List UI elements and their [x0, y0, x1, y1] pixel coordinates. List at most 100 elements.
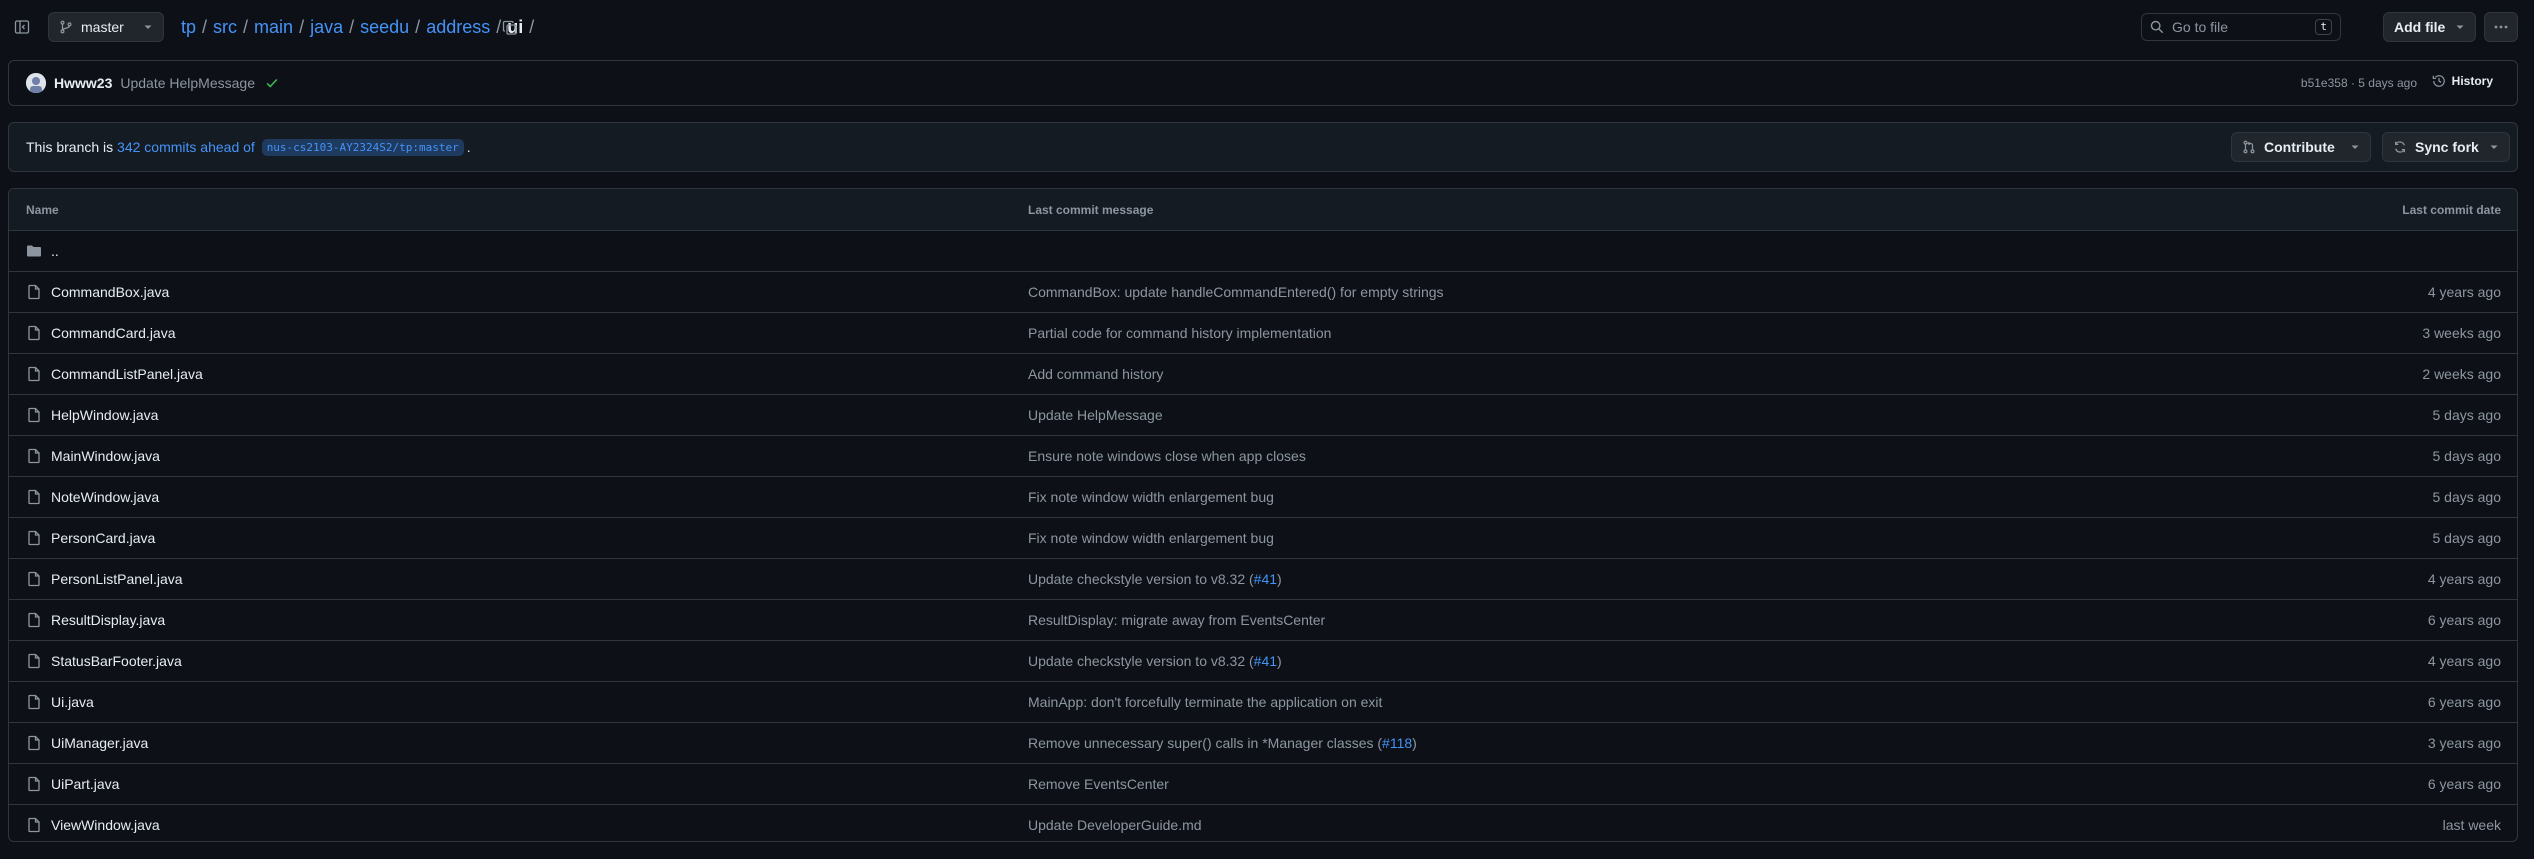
breadcrumb-java[interactable]: java [310, 17, 343, 37]
file-name-link[interactable]: ViewWindow.java [51, 817, 160, 833]
table-row[interactable]: HelpWindow.java Update HelpMessage 5 days … [9, 395, 2517, 436]
last-commit-message[interactable]: Update checkstyle version to v8.32 (#41) [1028, 571, 1282, 587]
file-icon-wrap [26, 653, 42, 669]
last-commit-message[interactable]: Partial code for command history impleme… [1028, 325, 1331, 341]
file-name-link[interactable]: StatusBarFooter.java [51, 653, 182, 669]
git-branch-icon [60, 20, 72, 34]
file-name-link[interactable]: CommandCard.java [51, 325, 176, 341]
breadcrumb-main[interactable]: main [254, 17, 293, 37]
file-table: Name Last commit message Last commit dat… [8, 188, 2518, 842]
copy-path-button[interactable] [499, 17, 521, 39]
file-name-link[interactable]: ResultDisplay.java [51, 612, 165, 628]
breadcrumb-src[interactable]: src [213, 17, 237, 37]
breadcrumb-address[interactable]: address [426, 17, 490, 37]
header-date: Last commit date [2402, 203, 2501, 217]
file-icon [28, 530, 40, 546]
table-row[interactable]: ResultDisplay.java ResultDisplay: migrate… [9, 600, 2517, 641]
table-row[interactable]: CommandListPanel.java Add command history… [9, 354, 2517, 395]
sync-fork-label: Sync fork [2415, 139, 2479, 155]
file-icon [28, 284, 40, 300]
table-row[interactable]: PersonCard.java Fix note window width enl… [9, 518, 2517, 559]
table-row[interactable]: MainWindow.java Ensure note windows close… [9, 436, 2517, 477]
file-name-link[interactable]: NoteWindow.java [51, 489, 159, 505]
file-name-link[interactable]: PersonListPanel.java [51, 571, 183, 587]
add-file-button[interactable]: Add file [2383, 12, 2476, 42]
file-icon [28, 571, 40, 587]
table-row-parent-directory[interactable]: .. [9, 231, 2517, 272]
commit-pr-link[interactable]: #41 [1254, 571, 1277, 587]
breadcrumb-tp[interactable]: tp [181, 17, 196, 37]
history-link[interactable]: History [2432, 74, 2493, 88]
branch-selector[interactable]: master [48, 12, 164, 42]
table-row[interactable]: CommandBox.java CommandBox: update handle… [9, 272, 2517, 313]
commit-message-text: Update DeveloperGuide.md [1028, 817, 1202, 833]
file-name-link[interactable]: UiPart.java [51, 776, 119, 792]
last-commit-date: 6 years ago [2427, 776, 2501, 792]
file-icon [28, 653, 40, 669]
header-message: Last commit message [1028, 203, 1154, 217]
file-name-link[interactable]: CommandListPanel.java [51, 366, 203, 382]
last-commit-message[interactable]: Update DeveloperGuide.md [1028, 817, 1202, 833]
more-options-button[interactable] [2484, 12, 2518, 42]
table-row[interactable]: CommandCard.java Partial code for command… [9, 313, 2517, 354]
last-commit-message[interactable]: Fix note window width enlargement bug [1028, 530, 1274, 546]
chevron-down-icon [2351, 145, 2359, 149]
upstream-ref[interactable]: nus-cs2103-AY2324S2/tp:master [261, 138, 464, 156]
last-commit-message[interactable]: ResultDisplay: migrate away from EventsC… [1028, 612, 1325, 628]
file-icon-wrap [26, 571, 42, 587]
file-name-link[interactable]: CommandBox.java [51, 284, 169, 300]
file-icon-wrap [26, 366, 42, 382]
git-pull-request-icon [2243, 140, 2255, 154]
last-commit-message[interactable]: Fix note window width enlargement bug [1028, 489, 1274, 505]
sidebar-toggle-button[interactable] [12, 17, 32, 37]
commit-author[interactable]: Hwww23 [54, 75, 112, 91]
table-row[interactable]: PersonListPanel.java Update checkstyle ve… [9, 559, 2517, 600]
file-icon-wrap [26, 735, 42, 751]
table-row[interactable]: ViewWindow.java Update DeveloperGuide.md l… [9, 805, 2517, 841]
latest-commit-bar: Hwww23 Update HelpMessage b51e358 · 5 da… [8, 60, 2518, 106]
table-row[interactable]: NoteWindow.java Fix note window width enl… [9, 477, 2517, 518]
last-commit-message[interactable]: Update checkstyle version to v8.32 (#41) [1028, 653, 1282, 669]
search-shortcut: t [2315, 19, 2332, 35]
last-commit-message[interactable]: Remove unnecessary super() calls in *Man… [1028, 735, 1417, 751]
last-commit-message[interactable]: Add command history [1028, 366, 1163, 382]
last-commit-date: 2 weeks ago [2422, 366, 2501, 382]
file-icon [28, 366, 40, 382]
sync-fork-button[interactable]: Sync fork [2382, 132, 2510, 162]
last-commit-message[interactable]: Remove EventsCenter [1028, 776, 1169, 792]
breadcrumb-seedu[interactable]: seedu [360, 17, 409, 37]
file-name-link[interactable]: PersonCard.java [51, 530, 155, 546]
commit-message-text: MainApp: don't forcefully terminate the … [1028, 694, 1383, 710]
go-to-file-input[interactable]: Go to file t [2141, 13, 2341, 41]
commit-message-text: Add command history [1028, 366, 1164, 382]
avatar[interactable] [26, 73, 46, 93]
commit-pr-link[interactable]: #118 [1382, 735, 1412, 751]
table-row[interactable]: UiManager.java Remove unnecessary super()… [9, 723, 2517, 764]
last-commit-message[interactable]: MainApp: don't forcefully terminate the … [1028, 694, 1382, 710]
commit-message-text: Update checkstyle version to v8.32 ( [1028, 653, 1254, 669]
commit-sha-date[interactable]: b51e358 · 5 days ago [2301, 76, 2417, 90]
table-row[interactable]: Ui.java MainApp: don't forcefully termina… [9, 682, 2517, 723]
commit-pr-link[interactable]: #41 [1254, 653, 1277, 669]
parent-directory-link[interactable]: .. [51, 243, 59, 259]
breadcrumb-separator: / [529, 17, 535, 37]
file-icon [28, 817, 40, 833]
table-row[interactable]: StatusBarFooter.java Update checkstyle ve… [9, 641, 2517, 682]
file-name-link[interactable]: HelpWindow.java [51, 407, 158, 423]
avatar-icon [26, 73, 46, 93]
ahead-commits-link[interactable]: 342 commits ahead of [117, 139, 255, 155]
table-row[interactable]: UiPart.java Remove EventsCenter 6 years ag… [9, 764, 2517, 805]
file-name-link[interactable]: MainWindow.java [51, 448, 160, 464]
file-name-link[interactable]: Ui.java [51, 694, 94, 710]
last-commit-message[interactable]: Ensure note windows close when app close… [1028, 448, 1306, 464]
last-commit-message[interactable]: Update HelpMessage [1028, 407, 1163, 423]
file-icon [28, 407, 40, 423]
file-icon-wrap [26, 530, 42, 546]
commit-message[interactable]: Update HelpMessage [120, 75, 255, 91]
contribute-button[interactable]: Contribute [2231, 132, 2371, 162]
table-header: Name Last commit message Last commit dat… [9, 189, 2517, 231]
breadcrumb-separator: / [202, 17, 208, 37]
last-commit-message[interactable]: CommandBox: update handleCommandEntered(… [1028, 284, 1444, 300]
chevron-down-icon [144, 25, 152, 29]
file-name-link[interactable]: UiManager.java [51, 735, 148, 751]
